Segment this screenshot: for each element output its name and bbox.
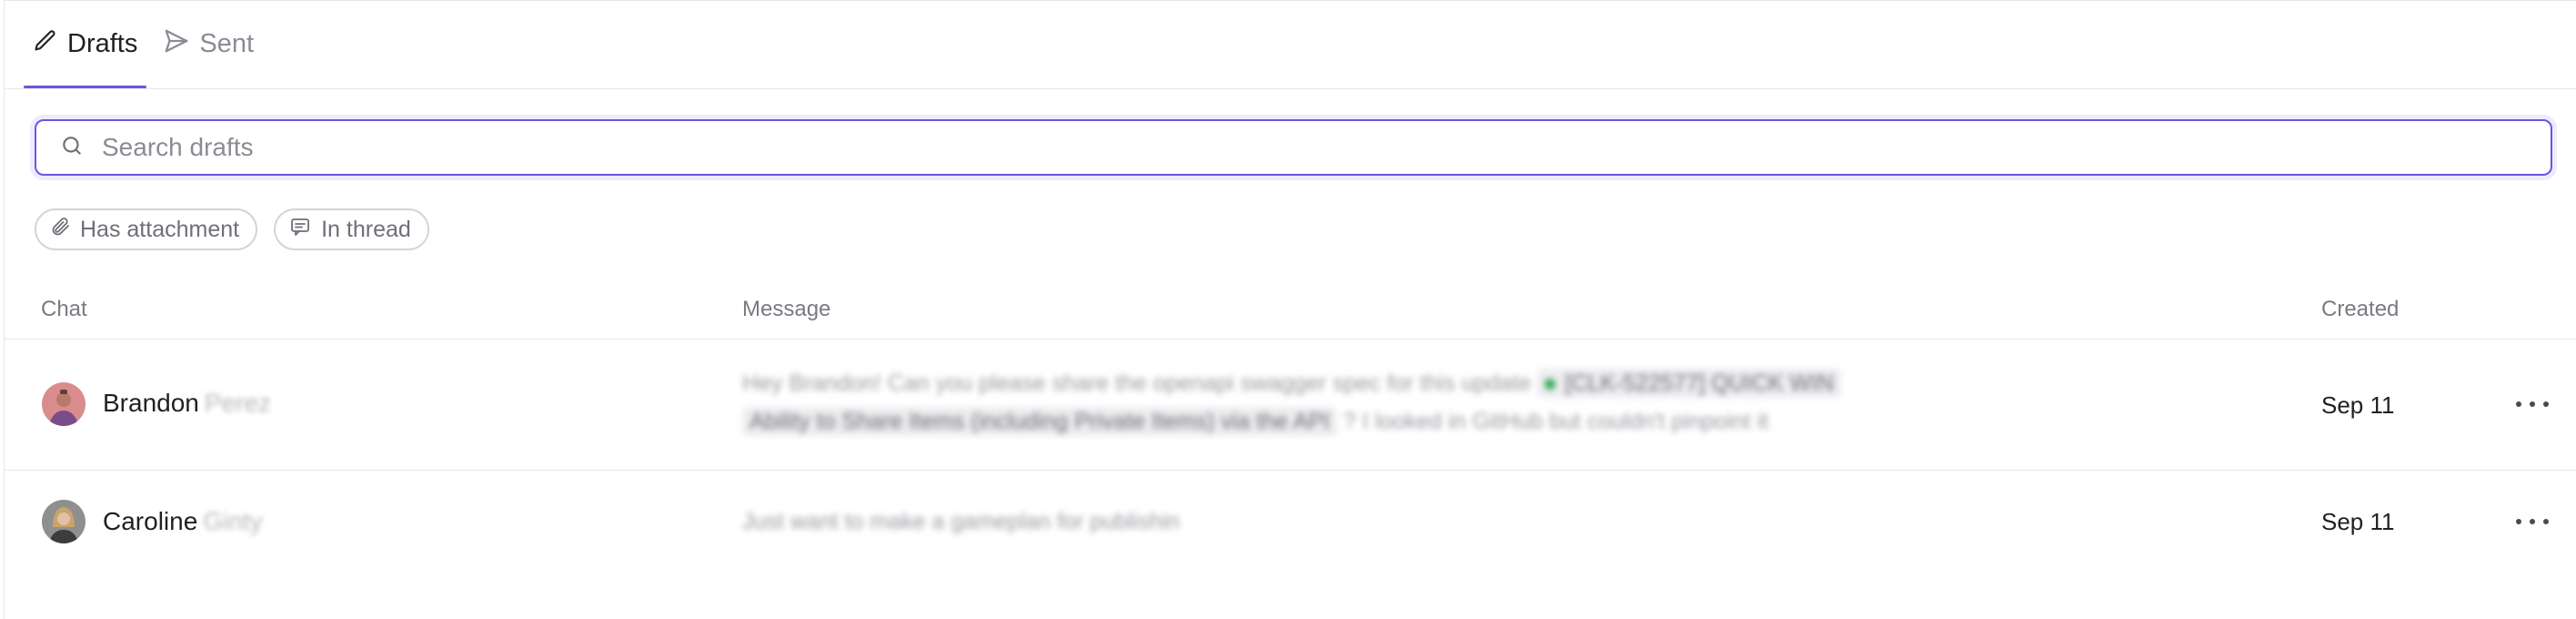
message-icon [288, 216, 312, 244]
paperclip-icon [49, 216, 71, 244]
message-tag-text: [CLK-522577] QUICK WIN [1565, 370, 1835, 396]
message-text: ? I looked in GitHub but couldn't pinpoi… [1343, 409, 1769, 434]
message-text: Just want to make a gameplan for publish… [742, 509, 1180, 534]
status-dot [1545, 379, 1556, 391]
column-header-created[interactable]: Created [2321, 297, 2399, 322]
filter-in-thread[interactable]: In thread [274, 208, 429, 250]
message-tag: [CLK-522577] QUICK WIN [1537, 369, 1842, 398]
last-name: Perez [204, 389, 272, 417]
search-input[interactable] [100, 120, 2551, 175]
column-header-chat[interactable]: Chat [41, 297, 87, 322]
message-preview: Just want to make a gameplan for publish… [742, 502, 1180, 541]
created-date: Sep 11 [2321, 508, 2395, 535]
message-preview: Hey Brandon! Can you please share the op… [742, 364, 1842, 441]
filter-label: In thread [321, 216, 411, 242]
last-name: Ginty [203, 507, 263, 535]
tab-bar: Drafts Sent [24, 0, 263, 88]
message-link: Ability to Share Items (including Privat… [742, 407, 1337, 436]
more-options-icon[interactable] [2516, 393, 2549, 415]
row-divider [4, 470, 2576, 471]
chat-name: Caroline Ginty [103, 507, 263, 536]
avatar [42, 382, 86, 426]
more-options-icon[interactable] [2516, 511, 2549, 533]
tab-sent-label: Sent [199, 29, 255, 58]
message-text: Hey Brandon! Can you please share the op… [742, 370, 1532, 396]
pencil-icon [33, 28, 58, 61]
send-icon [163, 27, 190, 62]
tab-drafts[interactable]: Drafts [24, 0, 147, 88]
first-name: Caroline [103, 507, 198, 535]
drafts-panel [4, 0, 2576, 619]
filter-has-attachment[interactable]: Has attachment [35, 208, 258, 250]
first-name: Brandon [103, 389, 199, 417]
tab-drafts-label: Drafts [67, 29, 138, 58]
created-date: Sep 11 [2321, 391, 2395, 419]
column-header-message[interactable]: Message [742, 297, 830, 322]
chat-name: Brandon Perez [103, 389, 271, 418]
search-icon [60, 134, 84, 162]
tab-sent[interactable]: Sent [154, 0, 263, 88]
filter-label: Has attachment [80, 216, 240, 242]
filter-bar: Has attachment In thread [35, 208, 429, 250]
avatar [42, 500, 86, 543]
table-header-divider [4, 339, 2576, 340]
search-box [35, 119, 2552, 176]
tabs-divider [4, 88, 2576, 89]
